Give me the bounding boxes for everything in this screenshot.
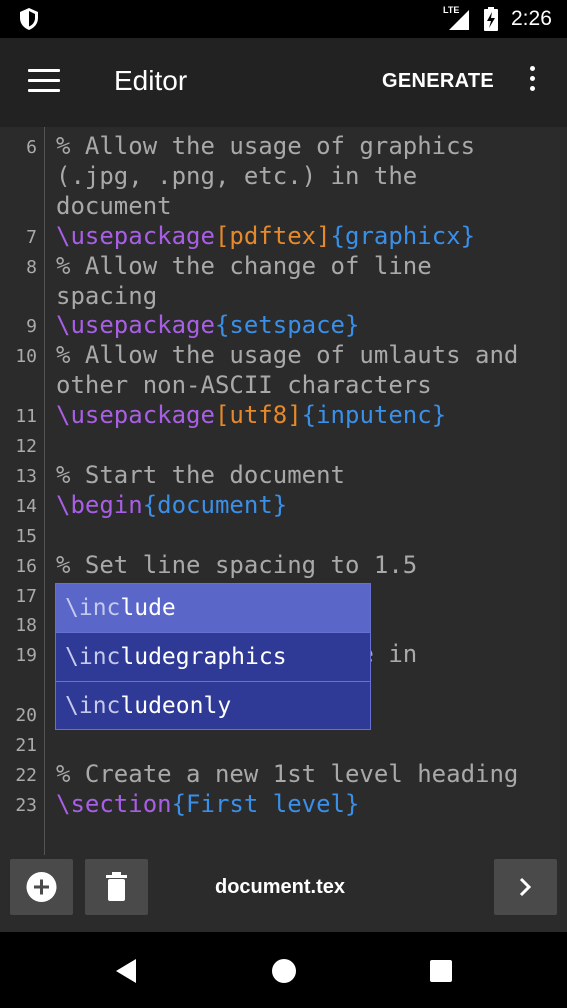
autocomplete-item[interactable]: \includegraphics: [56, 633, 370, 682]
line-number: 7: [26, 226, 37, 248]
line-number: 20: [15, 705, 37, 727]
code-line: % Allow the usage of graphics: [56, 131, 475, 161]
line-number: 17: [15, 585, 37, 607]
line-number: 13: [15, 465, 37, 487]
autocomplete-item[interactable]: \includeonly: [56, 682, 370, 730]
code-line: \begin{document}: [56, 490, 287, 520]
code-comment: % Allow the usage of umlauts and: [56, 341, 519, 370]
app-bar: Editor GENERATE: [0, 38, 567, 127]
autocomplete-popup: \include \includegraphics \includeonly: [55, 583, 371, 730]
bottom-toolbar: document.tex: [0, 855, 567, 932]
code-token: {First level}: [171, 789, 360, 818]
back-triangle-icon[interactable]: [114, 958, 138, 984]
autocomplete-suggestion: lude: [120, 595, 176, 621]
current-filename: document.tex: [215, 876, 346, 898]
code-comment: other non-ASCII characters: [56, 371, 432, 400]
autocomplete-typed-prefix: \inc: [65, 644, 121, 670]
code-token: \begin: [56, 490, 143, 519]
code-line: \section{First level}: [56, 789, 359, 819]
code-line: % Set line spacing to 1.5: [56, 550, 417, 580]
add-file-button[interactable]: [10, 859, 73, 915]
delete-file-button[interactable]: [85, 859, 148, 915]
code-token: {setspace}: [214, 311, 360, 340]
code-line: % Create a new 1st level heading: [56, 759, 518, 789]
overflow-menu-icon[interactable]: [524, 66, 540, 98]
line-number: 8: [26, 256, 37, 278]
generate-button[interactable]: GENERATE: [382, 70, 494, 93]
code-token: [pdftex]: [214, 221, 331, 250]
code-token: [utf8]: [214, 401, 302, 430]
code-token: \usepackage: [56, 221, 215, 250]
autocomplete-suggestion: ludeonly: [120, 693, 232, 719]
autocomplete-suggestion: ludegraphics: [120, 644, 287, 670]
add-circle-icon: [26, 872, 57, 902]
code-comment: % Allow the usage of graphics: [56, 132, 476, 160]
code-line: % Allow the change of line: [56, 251, 432, 281]
line-number: 18: [15, 615, 37, 637]
next-file-button[interactable]: [494, 859, 557, 915]
code-line: % Allow the usage of umlauts and: [56, 340, 518, 370]
autocomplete-item[interactable]: \include: [56, 584, 370, 633]
system-nav-bar: [0, 932, 567, 1008]
autocomplete-typed-prefix: \inc: [65, 595, 121, 621]
code-comment: % Start the document: [56, 460, 345, 489]
line-number: 14: [15, 495, 37, 517]
signal-icon: [449, 10, 469, 30]
line-number: 12: [15, 436, 37, 457]
code-token: \section: [56, 789, 172, 818]
line-number: 6: [26, 137, 37, 158]
code-line: \usepackage{setspace}: [56, 310, 359, 340]
code-token: {document}: [142, 490, 288, 519]
code-token: {inputenc}: [301, 401, 447, 430]
line-number: 9: [26, 316, 37, 338]
code-token: {graphicx}: [330, 221, 476, 250]
status-bar: LTE 2:26: [0, 0, 567, 38]
chevron-right-icon: [519, 877, 532, 897]
home-circle-icon[interactable]: [271, 958, 297, 984]
line-number: 11: [15, 406, 37, 428]
autocomplete-typed-prefix: \inc: [65, 693, 121, 719]
code-editor[interactable]: 6 7 8 9 10 11 12 13 14 15 16 17 18 19 20 21 22 23 % Allow …: [0, 127, 567, 855]
code-token: \usepackage: [56, 311, 215, 340]
code-token: \usepackage: [56, 401, 215, 430]
code-line: % Start the document: [56, 460, 345, 490]
gutter-divider: [44, 127, 45, 855]
trash-icon: [106, 872, 127, 901]
shield-icon: [20, 8, 38, 30]
line-number: 16: [15, 555, 37, 577]
line-number: 19: [15, 645, 37, 667]
line-number: 15: [15, 525, 37, 547]
battery-charging-icon: [484, 7, 498, 31]
recents-square-icon[interactable]: [429, 959, 453, 983]
code-comment: % Set line spacing to 1.5: [56, 550, 418, 579]
line-number: 23: [15, 794, 37, 816]
code-comment: document: [56, 191, 172, 220]
code-line: \usepackage[pdftex]{graphicx}: [56, 221, 475, 251]
code-comment: spacing: [56, 281, 158, 310]
code-line: spacing: [56, 281, 157, 311]
code-comment: % Allow the change of line: [56, 251, 432, 280]
code-comment: (.jpg, .png, etc.) in the: [56, 161, 418, 190]
page-title: Editor: [114, 65, 188, 96]
code-line: (.jpg, .png, etc.) in the: [56, 161, 417, 191]
hamburger-menu-icon[interactable]: [28, 69, 60, 95]
line-number: 21: [15, 735, 37, 756]
code-line: document: [56, 191, 172, 221]
line-number: 10: [15, 346, 37, 368]
code-comment: % Create a new 1st level heading: [56, 759, 519, 788]
line-number: 22: [15, 764, 37, 786]
code-line: other non-ASCII characters: [56, 370, 432, 400]
code-line: \usepackage[utf8]{inputenc}: [56, 400, 446, 430]
clock: 2:26: [511, 7, 552, 30]
